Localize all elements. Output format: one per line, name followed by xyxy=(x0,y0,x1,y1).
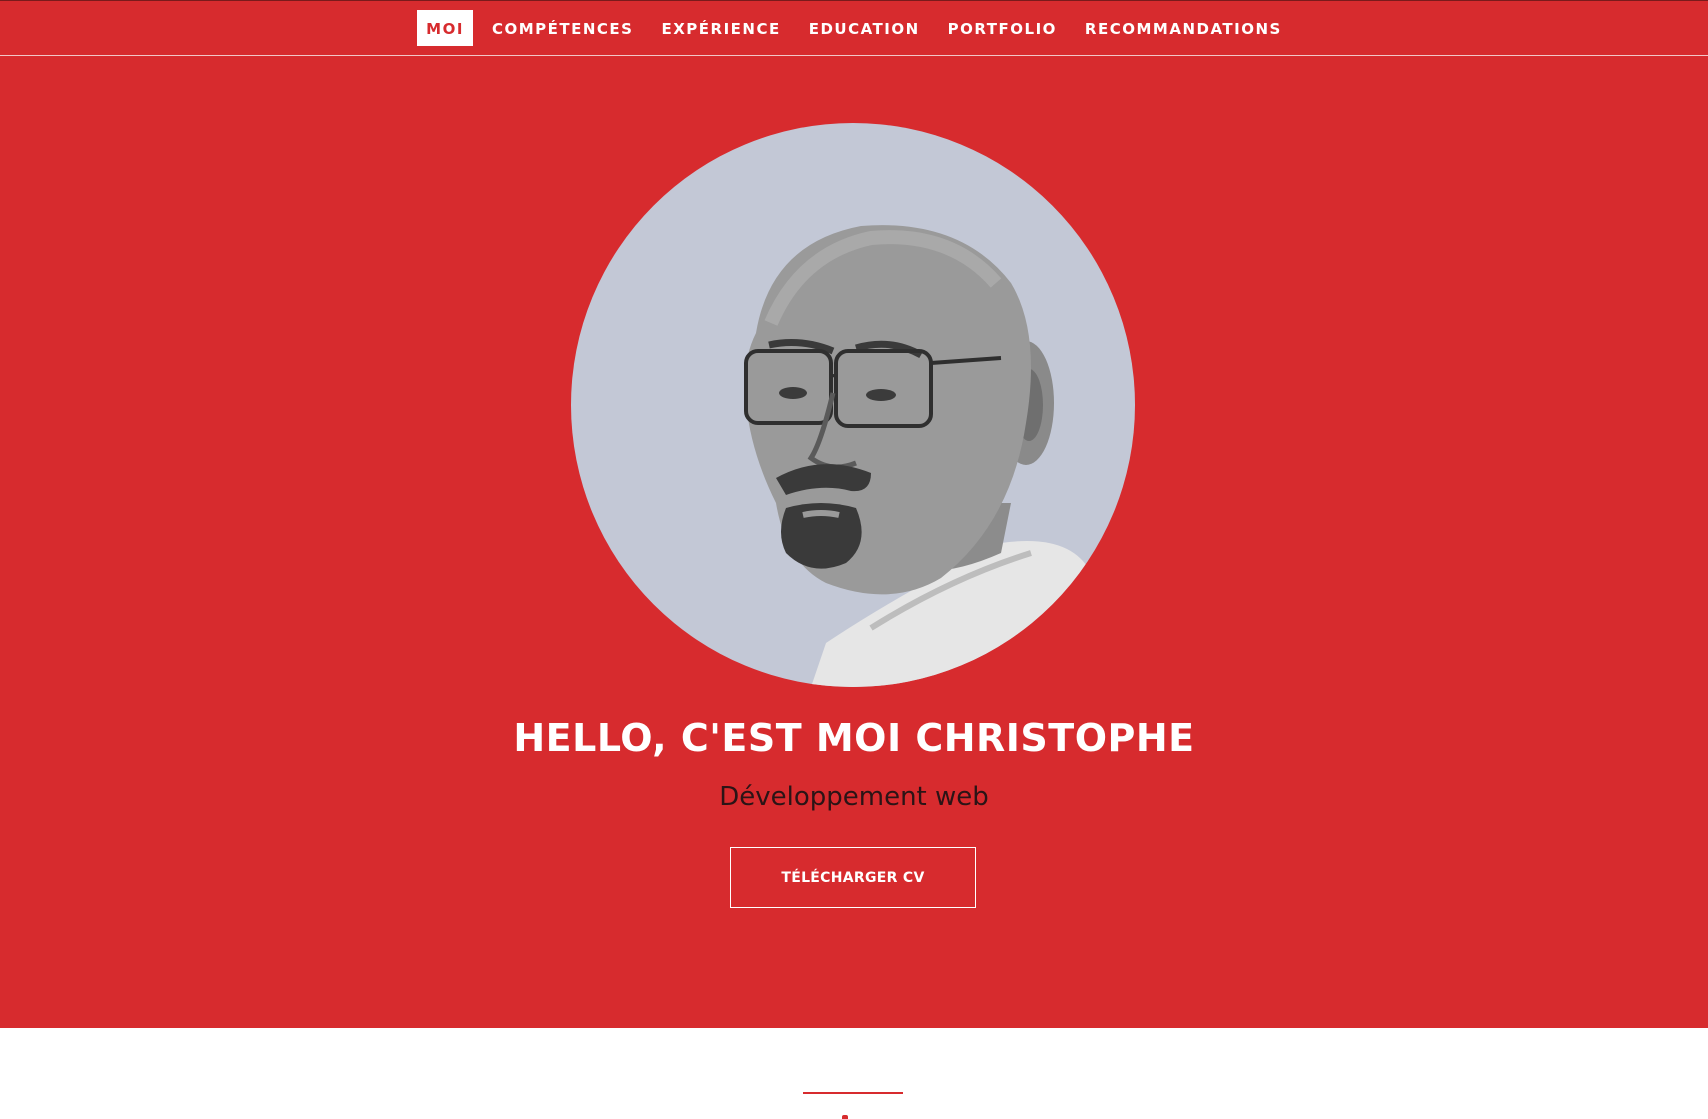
download-cv-button[interactable]: TÉLÉCHARGER CV xyxy=(730,847,976,908)
profile-photo xyxy=(571,123,1135,687)
nav-item-education[interactable]: EDUCATION xyxy=(800,10,929,46)
nav-item-experience[interactable]: EXPÉRIENCE xyxy=(652,10,789,46)
nav-item-recommandations[interactable]: RECOMMANDATIONS xyxy=(1076,10,1291,46)
section-divider xyxy=(803,1092,903,1094)
hero-subtitle: Développement web xyxy=(719,782,989,812)
profile-portrait-illustration xyxy=(744,225,1111,687)
nav-item-portfolio[interactable]: PORTFOLIO xyxy=(939,10,1066,46)
top-navigation-bar: MOI COMPÉTENCES EXPÉRIENCE EDUCATION POR… xyxy=(0,0,1708,56)
hero-title: HELLO, C'EST MOI CHRISTOPHE xyxy=(513,716,1195,760)
nav-item-moi[interactable]: MOI xyxy=(417,10,473,46)
nav-item-competences[interactable]: COMPÉTENCES xyxy=(483,10,643,46)
hero-section: HELLO, C'EST MOI CHRISTOPHE Développemen… xyxy=(0,56,1708,1028)
main-nav: MOI COMPÉTENCES EXPÉRIENCE EDUCATION POR… xyxy=(0,10,1708,46)
next-section-heading-glimpse xyxy=(842,1115,848,1119)
